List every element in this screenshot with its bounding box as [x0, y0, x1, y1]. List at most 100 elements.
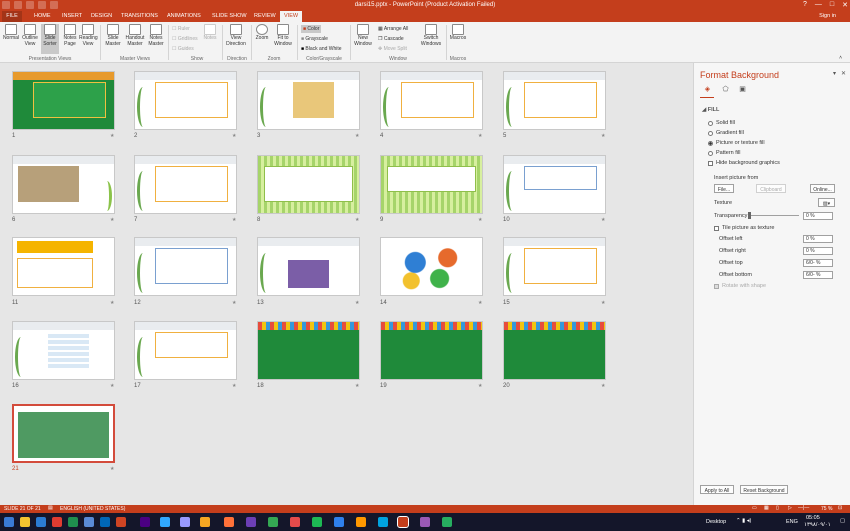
- new-window-button[interactable]: New Window: [352, 24, 374, 54]
- clipboard-button[interactable]: Clipboard: [756, 184, 786, 193]
- slide-thumbnail[interactable]: [134, 237, 237, 296]
- transparency-spinner[interactable]: 0 %: [803, 212, 833, 220]
- pane-options-icon[interactable]: ▾: [833, 70, 836, 77]
- word-icon[interactable]: [36, 517, 46, 527]
- tab-slide-show[interactable]: SLIDE SHOW: [212, 13, 247, 19]
- tab-transitions[interactable]: TRANSITIONS: [121, 13, 158, 19]
- gridlines-checkbox[interactable]: ☐ Gridlines: [172, 36, 198, 42]
- checkbox[interactable]: [708, 160, 713, 166]
- tab-file[interactable]: FILE: [2, 11, 22, 22]
- tile-texture-option[interactable]: Tile picture as texture: [714, 225, 774, 231]
- apply-to-all-button[interactable]: Apply to All: [700, 485, 734, 494]
- radio-button-selected[interactable]: [708, 140, 713, 146]
- tab-view[interactable]: VIEW: [280, 11, 303, 22]
- slide-sorter-button[interactable]: Slide Sorter: [41, 24, 59, 54]
- offset-right-spinner[interactable]: 0 %: [803, 247, 833, 255]
- tab-home[interactable]: HOME: [34, 13, 51, 19]
- tab-animations[interactable]: ANIMATIONS: [167, 13, 201, 19]
- slide-thumbnail[interactable]: [503, 321, 606, 380]
- clock-time[interactable]: 05:05: [806, 515, 820, 521]
- online-button[interactable]: Online...: [810, 184, 835, 193]
- slide-thumbnail[interactable]: [380, 237, 483, 296]
- effects-icon[interactable]: ⬠: [721, 85, 730, 94]
- view-reading-icon[interactable]: ▯: [776, 505, 779, 511]
- normal-view-button[interactable]: Normal: [2, 24, 20, 54]
- app-icon[interactable]: [356, 517, 366, 527]
- help-button[interactable]: ?: [803, 1, 807, 9]
- offset-left-spinner[interactable]: 0 %: [803, 235, 833, 243]
- slide-thumbnail[interactable]: [503, 71, 606, 130]
- slide-thumbnail[interactable]: [380, 71, 483, 130]
- slide-thumbnail[interactable]: [380, 155, 483, 214]
- app-icon[interactable]: [312, 517, 322, 527]
- app-icon[interactable]: [378, 517, 388, 527]
- grayscale-button[interactable]: ■ Grayscale: [301, 36, 328, 42]
- firefox-icon[interactable]: [224, 517, 234, 527]
- checkbox[interactable]: [714, 225, 719, 231]
- app-icon[interactable]: [100, 517, 110, 527]
- checkbox-checked[interactable]: [714, 283, 719, 289]
- transparency-slider[interactable]: [748, 212, 799, 219]
- handout-master-button[interactable]: Handout Master: [124, 24, 146, 54]
- language-indicator[interactable]: ENG: [786, 519, 798, 525]
- language-status[interactable]: ENGLISH (UNITED STATES): [60, 506, 125, 512]
- photoshop-icon[interactable]: [160, 517, 170, 527]
- app-icon[interactable]: [420, 517, 430, 527]
- reset-background-button[interactable]: Reset Background: [740, 485, 788, 494]
- start-icon[interactable]: [4, 517, 14, 527]
- gradient-fill-option[interactable]: Gradient fill: [708, 130, 744, 136]
- rotate-with-shape-option[interactable]: Rotate with shape: [714, 283, 766, 289]
- app-icon[interactable]: [52, 517, 62, 527]
- tray-icons[interactable]: ⌃ ▮ ◂): [736, 518, 751, 524]
- fill-icon[interactable]: ◈: [703, 85, 712, 94]
- close-button[interactable]: ✕: [842, 1, 848, 9]
- offset-bottom-spinner[interactable]: 6/0- %: [803, 271, 833, 279]
- radio-button[interactable]: [708, 120, 713, 126]
- slide-master-button[interactable]: Slide Master: [104, 24, 122, 54]
- slide-thumbnail[interactable]: [380, 321, 483, 380]
- offset-top-spinner[interactable]: 6/0- %: [803, 259, 833, 267]
- pattern-fill-option[interactable]: Pattern fill: [708, 150, 740, 156]
- zoom-button[interactable]: Zoom: [253, 24, 271, 54]
- switch-windows-button[interactable]: Switch Windows: [419, 24, 443, 54]
- clock-date[interactable]: ۱۳۹۸/۰۹/۰۱: [804, 522, 831, 528]
- view-sorter-icon[interactable]: ▦: [764, 505, 769, 511]
- guides-checkbox[interactable]: ☐ Guides: [172, 46, 194, 52]
- app-icon[interactable]: [442, 517, 452, 527]
- slide-thumbnail-selected[interactable]: [12, 404, 115, 463]
- view-direction-button[interactable]: View Direction: [224, 24, 248, 54]
- notes-page-button[interactable]: Notes Page: [61, 24, 79, 54]
- radio-button[interactable]: [708, 130, 713, 136]
- app-icon[interactable]: [116, 517, 126, 527]
- slide-thumbnail[interactable]: [12, 71, 115, 130]
- sign-in-link[interactable]: Sign in: [819, 13, 836, 19]
- outline-view-button[interactable]: Outline View: [21, 24, 39, 54]
- slide-thumbnail[interactable]: [257, 71, 360, 130]
- ruler-checkbox[interactable]: ☐ Ruler: [172, 26, 190, 32]
- app-icon[interactable]: [200, 517, 210, 527]
- zoom-level[interactable]: 75 %: [821, 506, 832, 512]
- tab-insert[interactable]: INSERT: [62, 13, 82, 19]
- slide-thumbnail[interactable]: [12, 155, 115, 214]
- tab-design[interactable]: DESIGN: [91, 13, 112, 19]
- slide-thumbnail[interactable]: [503, 155, 606, 214]
- spellcheck-icon[interactable]: ▤: [48, 505, 53, 511]
- pane-close-icon[interactable]: ✕: [841, 70, 846, 77]
- file-button[interactable]: File...: [714, 184, 734, 193]
- excel-icon[interactable]: [68, 517, 78, 527]
- tab-review[interactable]: REVIEW: [254, 13, 276, 19]
- slide-thumbnail[interactable]: [257, 237, 360, 296]
- radio-button[interactable]: [708, 150, 713, 156]
- fit-to-window-button[interactable]: Fit to Window: [272, 24, 294, 54]
- desktop-toolbar[interactable]: Desktop: [706, 519, 726, 525]
- reading-view-button[interactable]: Reading View: [79, 24, 98, 54]
- picture-fill-option[interactable]: Picture or texture fill: [708, 140, 765, 146]
- zoom-slider[interactable]: —|—: [798, 505, 809, 511]
- slide-thumbnail[interactable]: [503, 237, 606, 296]
- texture-picker[interactable]: ▨▾: [818, 198, 835, 207]
- move-split-button[interactable]: ✥ Move Split: [378, 46, 407, 52]
- macros-button[interactable]: Macros: [449, 24, 467, 54]
- collapse-ribbon-icon[interactable]: ˄: [839, 55, 842, 61]
- fit-slide-icon[interactable]: ⊡: [838, 505, 842, 511]
- powerpoint-icon[interactable]: [397, 516, 409, 528]
